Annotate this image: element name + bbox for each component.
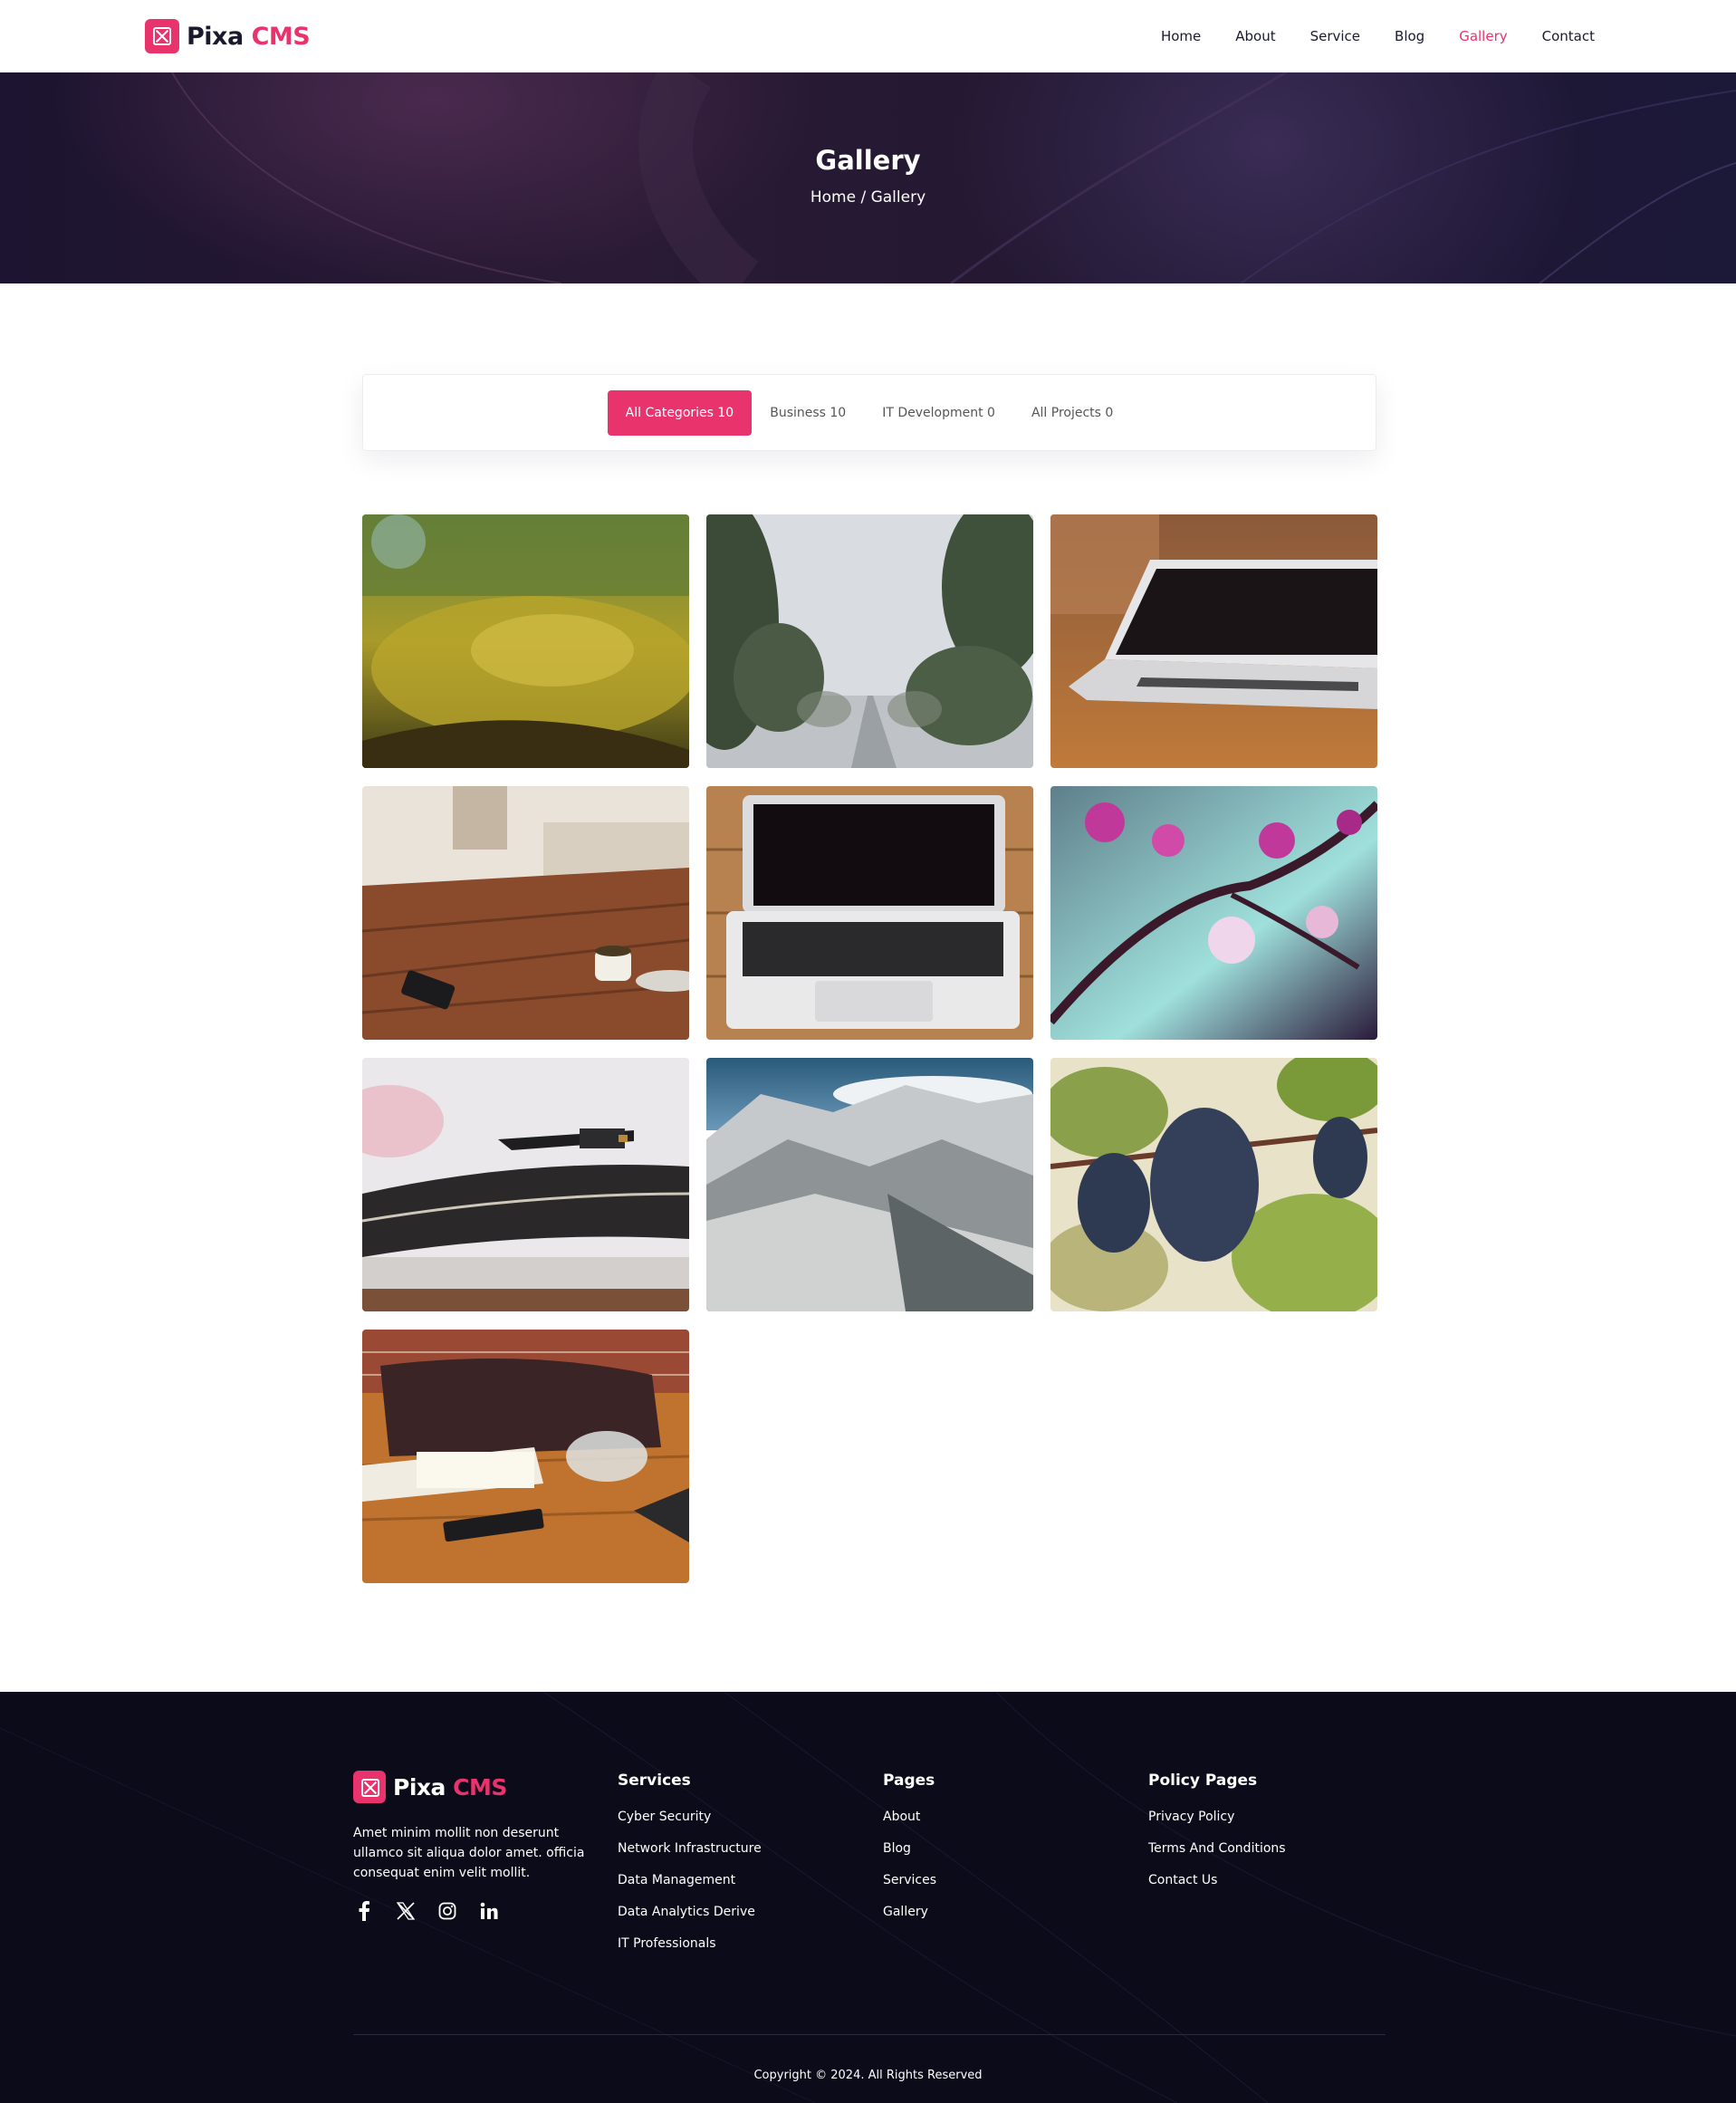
- footer-brand-name: Pixa CMS: [393, 1773, 507, 1801]
- breadcrumb[interactable]: Home / Gallery: [0, 188, 1736, 206]
- footer-link-about[interactable]: About: [883, 1810, 936, 1824]
- nav-blog[interactable]: Blog: [1395, 28, 1424, 44]
- nav-contact[interactable]: Contact: [1542, 28, 1595, 44]
- footer-link-privacy-policy[interactable]: Privacy Policy: [1148, 1810, 1286, 1824]
- footer-link-services[interactable]: Services: [883, 1873, 936, 1887]
- footer-description: Amet minim mollit non deserunt ullamco s…: [353, 1826, 585, 1880]
- footer-brand-logo[interactable]: Pixa CMS: [353, 1771, 507, 1803]
- nav-about[interactable]: About: [1235, 28, 1275, 44]
- brand-logo[interactable]: Pixa CMS: [145, 18, 311, 54]
- nav-home[interactable]: Home: [1161, 28, 1201, 44]
- logo-mark-icon: [145, 19, 179, 53]
- page-title: Gallery: [815, 145, 921, 176]
- footer-link-blog[interactable]: Blog: [883, 1841, 936, 1856]
- footer-pages-heading: Pages: [883, 1772, 935, 1790]
- instagram-icon[interactable]: [436, 1900, 458, 1922]
- filter-all-categories[interactable]: All Categories 10: [607, 389, 753, 436]
- facebook-icon[interactable]: [353, 1900, 375, 1922]
- gallery-image-grapes[interactable]: [1050, 1058, 1377, 1311]
- nav-service[interactable]: Service: [1310, 28, 1360, 44]
- footer-link-cyber-security[interactable]: Cyber Security: [618, 1810, 762, 1824]
- footer-link-contact-us[interactable]: Contact Us: [1148, 1873, 1286, 1887]
- gallery-image-blossom[interactable]: [1050, 786, 1377, 1040]
- footer-link-terms[interactable]: Terms And Conditions: [1148, 1841, 1286, 1856]
- social-links: [353, 1900, 500, 1922]
- gallery-image-desk-notebook[interactable]: [362, 1330, 689, 1583]
- gallery-image-laptop-desk[interactable]: [1050, 514, 1377, 768]
- page-hero: Gallery Home / Gallery: [0, 72, 1736, 283]
- footer-background-lines: [0, 1692, 1736, 2103]
- footer-services-heading: Services: [618, 1772, 691, 1790]
- site-header: Pixa CMS Home About Service Blog Gallery…: [0, 0, 1736, 72]
- logo-mark-icon: [353, 1771, 386, 1803]
- gallery-image-cafe-table[interactable]: [362, 786, 689, 1040]
- filter-all-projects[interactable]: All Projects 0: [1013, 390, 1131, 436]
- footer-link-gallery[interactable]: Gallery: [883, 1905, 936, 1919]
- footer-divider: [353, 2034, 1386, 2035]
- main-nav: Home About Service Blog Gallery Contact: [1127, 0, 1595, 72]
- filter-it-development[interactable]: IT Development 0: [864, 390, 1013, 436]
- footer-policy-column: Policy Pages Privacy Policy Terms And Co…: [1148, 1772, 1286, 1905]
- footer-policy-heading: Policy Pages: [1148, 1772, 1258, 1790]
- copyright-text: Copyright © 2024. All Rights Reserved: [753, 2069, 983, 2082]
- linkedin-icon[interactable]: [478, 1900, 500, 1922]
- gallery-image-record-player[interactable]: [362, 1058, 689, 1311]
- nav-gallery[interactable]: Gallery: [1459, 28, 1507, 44]
- footer-services-column: Services Cyber Security Network Infrastr…: [618, 1772, 762, 1968]
- gallery-image-foggy-road[interactable]: [706, 514, 1033, 768]
- footer-link-data-analytics[interactable]: Data Analytics Derive: [618, 1905, 762, 1919]
- gallery-image-laptop-planks[interactable]: [706, 786, 1033, 1040]
- brand-name: Pixa CMS: [187, 22, 311, 51]
- gallery-image-moss-tree[interactable]: [362, 514, 689, 768]
- footer-pages-column: Pages About Blog Services Gallery: [883, 1772, 936, 1936]
- gallery-filter-bar: All Categories 10 Business 10 IT Develop…: [362, 374, 1376, 451]
- x-icon[interactable]: [395, 1900, 417, 1922]
- footer-link-network-infrastructure[interactable]: Network Infrastructure: [618, 1841, 762, 1856]
- footer-link-it-professionals[interactable]: IT Professionals: [618, 1936, 762, 1951]
- site-footer: Pixa CMS Amet minim mollit non deserunt …: [0, 1692, 1736, 2103]
- gallery-image-mountains[interactable]: [706, 1058, 1033, 1311]
- filter-business[interactable]: Business 10: [752, 390, 864, 436]
- footer-link-data-management[interactable]: Data Management: [618, 1873, 762, 1887]
- hero-background-waves: [171, 72, 1736, 283]
